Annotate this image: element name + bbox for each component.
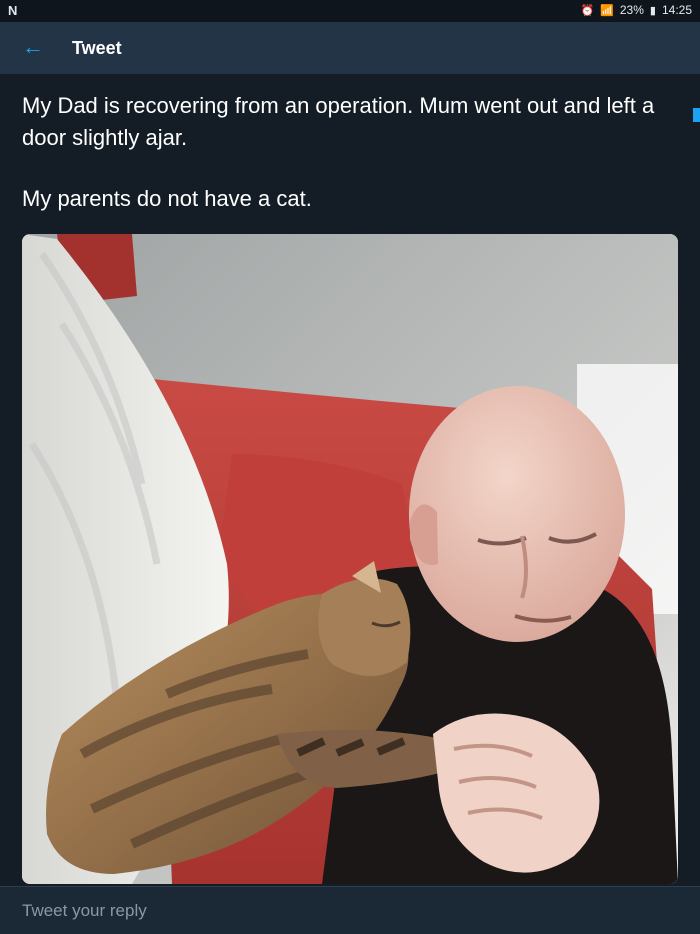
- tweet-photo[interactable]: [22, 234, 678, 884]
- cat-and-man-photo: [22, 234, 678, 884]
- reply-bar[interactable]: Tweet your reply: [0, 886, 700, 934]
- edge-indicator: [693, 108, 700, 122]
- battery-icon: ▮: [649, 4, 656, 17]
- clock: 14:25: [661, 3, 692, 17]
- tweet-paragraph-1: My Dad is recovering from an operation. …: [22, 93, 655, 150]
- status-right: ⏰ 📶 23% ▮ 14:25: [580, 3, 692, 17]
- status-left-label: N: [8, 3, 18, 18]
- battery-percent: 23%: [619, 3, 644, 17]
- arrow-left-icon[interactable]: ←: [22, 33, 46, 61]
- app-bar: ← Tweet: [0, 22, 700, 74]
- wifi-icon: 📶: [600, 4, 614, 17]
- status-bar: N ⏰ 📶 23% ▮ 14:25: [0, 0, 700, 22]
- alarm-icon: ⏰: [580, 4, 595, 17]
- tweet-text: My Dad is recovering from an operation. …: [22, 90, 662, 215]
- tweet-paragraph-2: My parents do not have a cat.: [22, 186, 312, 211]
- page-title: Tweet: [72, 38, 122, 58]
- reply-input[interactable]: Tweet your reply: [22, 901, 147, 921]
